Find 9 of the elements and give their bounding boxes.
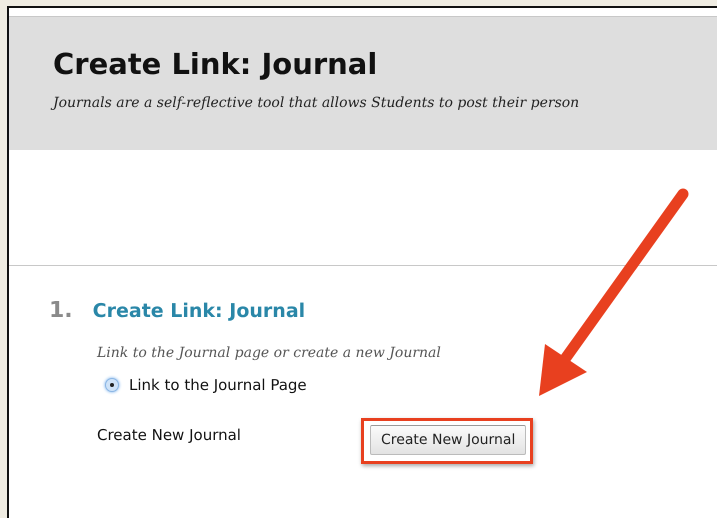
page-description: Journals are a self-reflective tool that allows Students to post their person — [53, 95, 717, 111]
radio-label: Link to the Journal Page — [129, 376, 307, 394]
create-journal-button[interactable]: Create New Journal — [370, 425, 526, 455]
radio-button[interactable] — [105, 378, 119, 392]
step-title: Create Link: Journal — [92, 300, 306, 322]
instructions-text: Link to the Journal page or create a new Journal — [97, 345, 442, 361]
field-label: Create New Journal — [97, 426, 242, 444]
step-number: 1. — [49, 298, 73, 323]
page-title: Create Link: Journal — [53, 47, 378, 81]
